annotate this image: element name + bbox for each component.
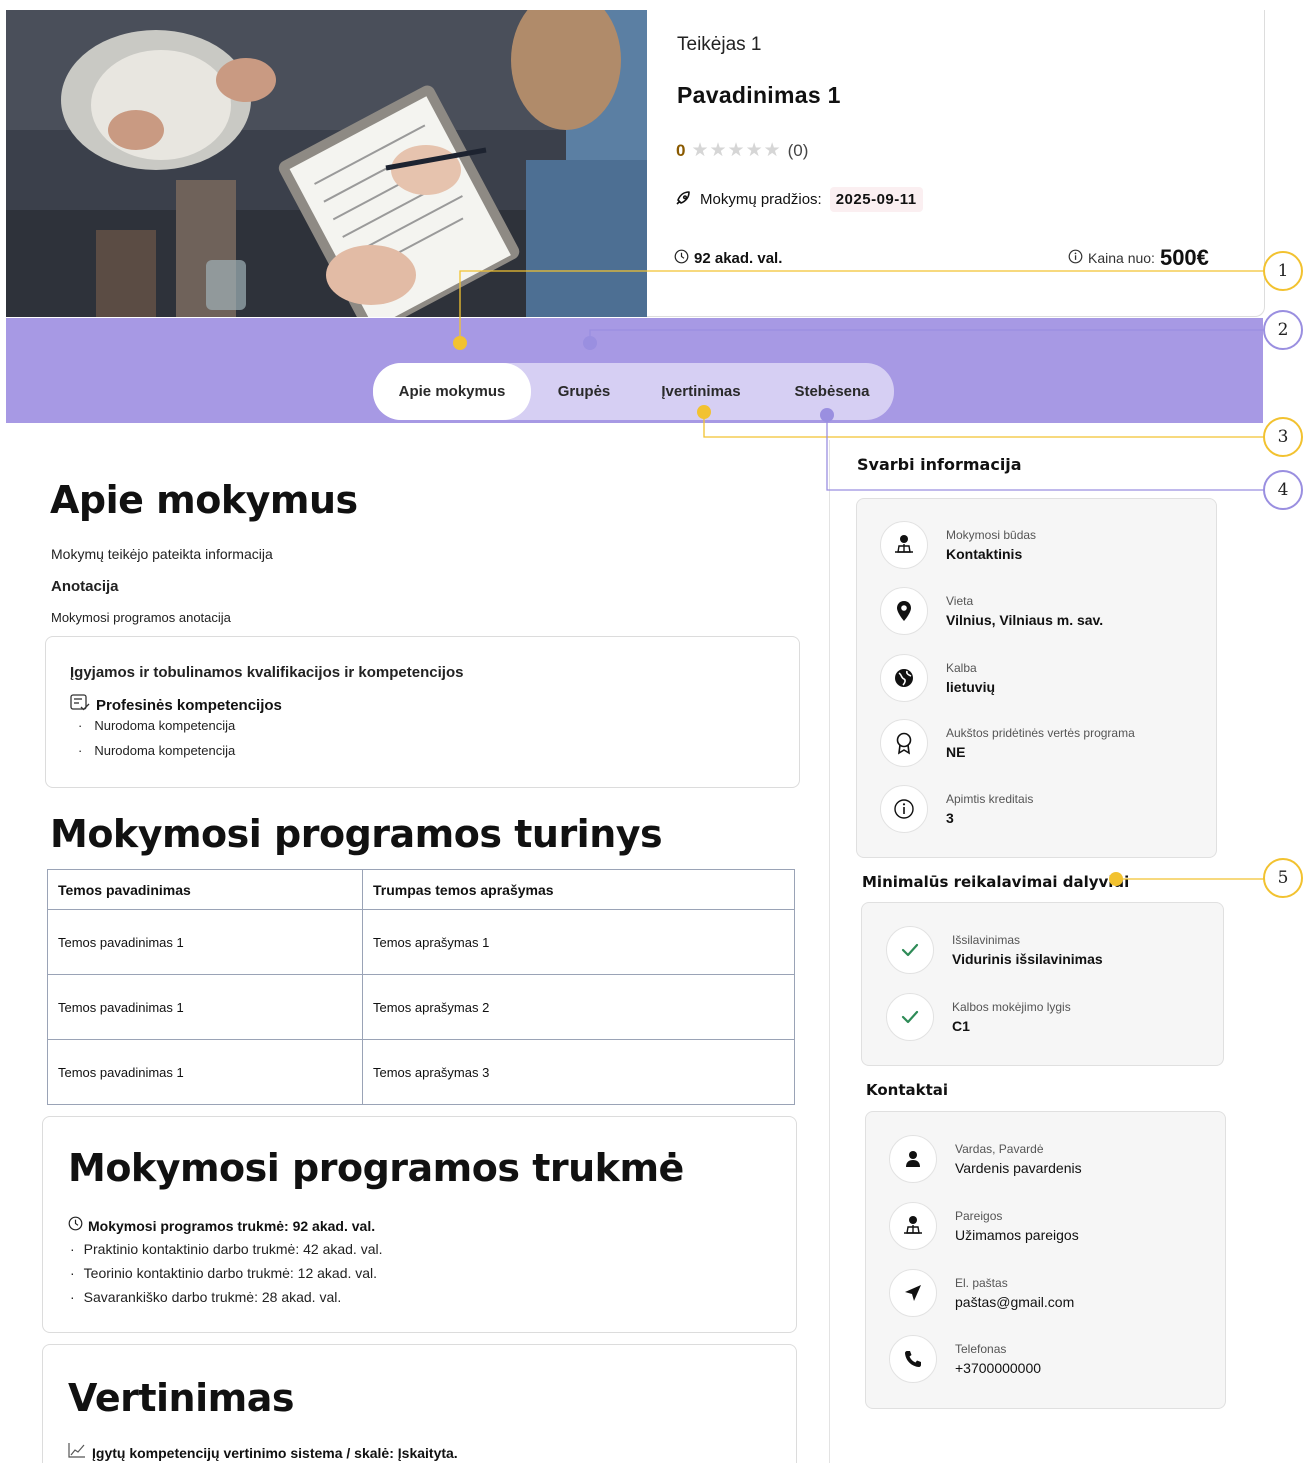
callout-3: 3 bbox=[1263, 417, 1303, 457]
callout-4: 4 bbox=[1263, 470, 1303, 510]
callout-marker bbox=[820, 408, 834, 422]
callout-leader-lines bbox=[459, 270, 1266, 880]
callout-marker bbox=[453, 336, 467, 350]
callout-marker bbox=[583, 336, 597, 350]
callout-2: 2 bbox=[1263, 310, 1303, 350]
callout-1: 1 bbox=[1263, 251, 1303, 291]
callout-marker bbox=[1109, 872, 1123, 886]
callout-5: 5 bbox=[1263, 858, 1303, 898]
callout-marker bbox=[697, 405, 711, 419]
